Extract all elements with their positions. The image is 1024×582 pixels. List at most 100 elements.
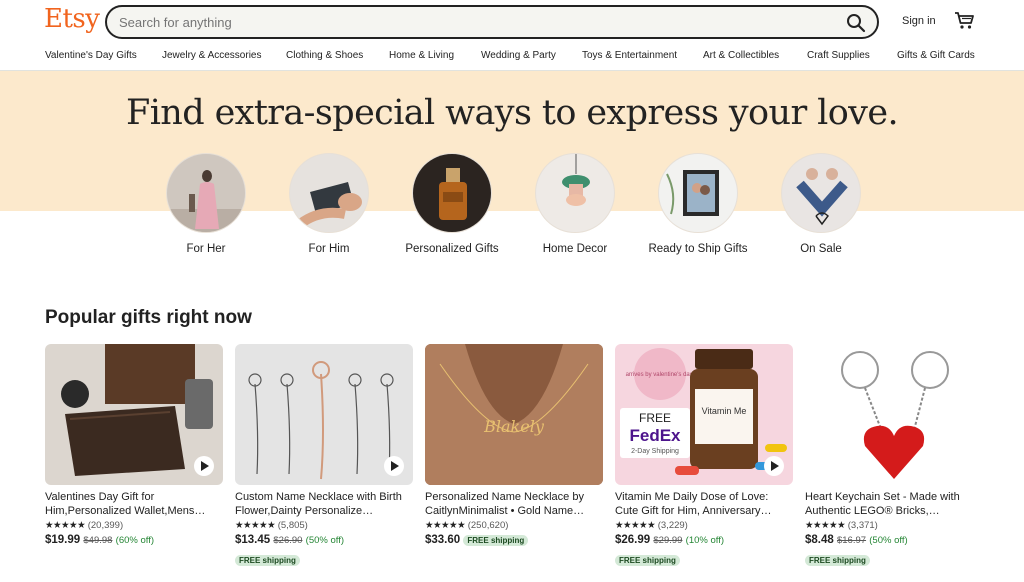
discount: (10% off)	[685, 535, 725, 546]
home-decor-image	[535, 153, 615, 233]
free-shipping-badge: FREE shipping	[235, 555, 300, 566]
search-input[interactable]	[119, 13, 819, 32]
price-row: $26.99 $29.99 (10% off)	[615, 534, 793, 549]
price-row: $13.45 $26.90 (50% off)	[235, 534, 413, 549]
free-shipping-badge: FREE shipping	[463, 535, 529, 546]
product-title: Custom Name Necklace with Birth Flower,D…	[235, 491, 402, 517]
product-price: $26.99	[615, 534, 651, 546]
category-label: Home Decor	[542, 243, 608, 255]
play-video-icon[interactable]	[764, 456, 784, 476]
star-rating-icon: ★★★★★	[425, 520, 466, 531]
price-row: $8.48 $16.97 (50% off)	[805, 534, 983, 549]
product-rating: ★★★★★ (3,229)	[615, 520, 793, 533]
review-count: (5,805)	[277, 520, 308, 531]
for-her-image	[166, 153, 246, 233]
play-video-icon[interactable]	[384, 456, 404, 476]
category-label: For Her	[186, 243, 226, 255]
nav-gifts-gift-cards[interactable]: Gifts & Gift Cards	[897, 50, 975, 61]
personalized-gifts-image	[412, 153, 492, 233]
original-price: $29.99	[653, 535, 683, 546]
star-rating-icon: ★★★★★	[805, 520, 846, 531]
discount: (60% off)	[115, 535, 155, 546]
product-image: arrives by valentine's day! Vitamin Me FRE…	[615, 344, 793, 485]
product-title: Valentines Day Gift for Him,Personalized…	[45, 491, 206, 517]
bubble-text: arrives by valentine's day!	[626, 372, 695, 378]
product-image	[805, 344, 983, 485]
on-sale-image	[781, 153, 861, 233]
category-personalized-gifts[interactable]: Personalized Gifts	[390, 153, 514, 256]
product-title: Personalized Name Necklace by CaitlynMin…	[425, 491, 585, 517]
review-count: (20,399)	[87, 520, 124, 531]
category-ready-to-ship-gifts[interactable]: Ready to Ship Gifts	[636, 153, 760, 256]
original-price: $49.98	[83, 535, 113, 546]
necklace-name-text: Blakely	[483, 417, 545, 436]
product-rating: ★★★★★ (250,620)	[425, 520, 603, 533]
product-card[interactable]: Heart Keychain Set - Made with Authentic…	[805, 344, 983, 566]
nav-jewelry-accessories[interactable]: Jewelry & Accessories	[162, 50, 261, 61]
product-card[interactable]: Valentines Day Gift for Him,Personalized…	[45, 344, 223, 549]
search-button[interactable]	[845, 12, 867, 34]
category-home-decor[interactable]: Home Decor	[513, 153, 637, 256]
star-rating-icon: ★★★★★	[615, 520, 656, 531]
product-price: $13.45	[235, 534, 271, 546]
category-label: Personalized Gifts	[405, 243, 499, 255]
price-row: $33.60 FREE shipping	[425, 534, 603, 549]
cart-button[interactable]	[954, 11, 976, 31]
discount: (50% off)	[869, 535, 908, 546]
nav-craft-supplies[interactable]: Craft Supplies	[807, 50, 870, 61]
search-bar	[105, 5, 879, 39]
nav-toys-entertainment[interactable]: Toys & Entertainment	[582, 50, 677, 61]
category-nav: Valentine's Day Gifts Jewelry & Accessor…	[0, 50, 1024, 64]
free-shipping-badge: FREE shipping	[805, 555, 870, 566]
review-count: (3,371)	[847, 520, 878, 531]
product-card[interactable]: Custom Name Necklace with Birth Flower,D…	[235, 344, 413, 566]
star-rating-icon: ★★★★★	[235, 520, 276, 531]
nav-art-collectibles[interactable]: Art & Collectibles	[703, 50, 779, 61]
product-rating: ★★★★★ (20,399)	[45, 520, 223, 533]
product-rating: ★★★★★ (3,371)	[805, 520, 983, 533]
product-card[interactable]: arrives by valentine's day! Vitamin Me FRE…	[615, 344, 793, 566]
original-price: $26.90	[273, 535, 303, 546]
category-label: On Sale	[800, 243, 842, 255]
review-count: (3,229)	[657, 520, 688, 531]
category-for-her[interactable]: For Her	[144, 153, 268, 256]
ready-to-ship-image	[658, 153, 738, 233]
nav-valentines-day-gifts[interactable]: Valentine's Day Gifts	[45, 50, 137, 61]
search-icon	[847, 14, 866, 33]
product-image: Blakely	[425, 344, 603, 485]
cart-icon	[955, 12, 974, 29]
product-price: $33.60	[425, 534, 461, 546]
product-image	[235, 344, 413, 485]
nav-wedding-party[interactable]: Wedding & Party	[481, 50, 556, 61]
category-for-him[interactable]: For Him	[267, 153, 391, 256]
free-shipping-badge: FREE shipping	[615, 555, 680, 566]
fedex-free-text: FREE	[639, 411, 671, 425]
popular-section-title: Popular gifts right now	[45, 307, 252, 328]
fedex-brand-text: FedEx	[629, 426, 681, 445]
for-him-image	[289, 153, 369, 233]
nav-clothing-shoes[interactable]: Clothing & Shoes	[286, 50, 363, 61]
fedex-sub-text: 2-Day Shipping	[631, 448, 679, 455]
play-video-icon[interactable]	[194, 456, 214, 476]
vitamin-label-text: Vitamin Me	[702, 406, 747, 416]
sign-in-link[interactable]: Sign in	[902, 15, 936, 27]
product-rating: ★★★★★ (5,805)	[235, 520, 413, 533]
product-title: Heart Keychain Set - Made with Authentic…	[805, 491, 960, 517]
product-price: $8.48	[805, 534, 834, 546]
product-price: $19.99	[45, 534, 81, 546]
product-title: Vitamin Me Daily Dose of Love: Cute Gift…	[615, 491, 772, 517]
etsy-logo[interactable]: Etsy	[44, 4, 100, 34]
review-count: (250,620)	[467, 520, 509, 531]
site-header: Etsy Sign in Valentine's Day Gifts Jewel…	[0, 0, 1024, 71]
product-card[interactable]: Blakely Personalized Name Necklace by Ca…	[425, 344, 603, 549]
nav-home-living[interactable]: Home & Living	[389, 50, 454, 61]
category-on-sale[interactable]: On Sale	[759, 153, 883, 256]
category-label: For Him	[308, 243, 350, 255]
hero-title: Find extra-special ways to express your …	[126, 93, 899, 133]
star-rating-icon: ★★★★★	[45, 520, 86, 531]
discount: (50% off)	[305, 535, 345, 546]
product-image	[45, 344, 223, 485]
original-price: $16.97	[836, 535, 867, 546]
price-row: $19.99 $49.98 (60% off)	[45, 534, 223, 549]
category-label: Ready to Ship Gifts	[648, 243, 748, 255]
